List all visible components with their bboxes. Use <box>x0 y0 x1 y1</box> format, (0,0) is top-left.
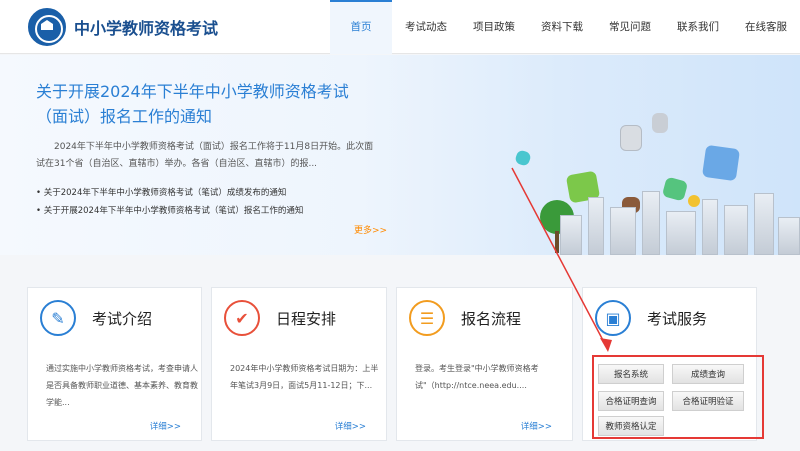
document-icon: ✎ <box>40 300 76 336</box>
card-text: 登录。考生登录"中小学教师资格考试"（http://ntce.neea.edu.… <box>415 364 539 390</box>
nav-policy[interactable]: 项目政策 <box>460 0 528 54</box>
nav-contact[interactable]: 联系我们 <box>664 0 732 54</box>
news-link[interactable]: 关于2024年下半年中小学教师资格考试（笔试）成绩发布的通知 <box>36 186 287 198</box>
details-link[interactable]: 详细>> <box>335 420 366 432</box>
card-text: 2024年中小学教师资格考试日期为：上半年笔试3月9日，面试5月11-12日；下… <box>230 364 379 390</box>
card-title[interactable]: 报名流程 <box>461 308 521 329</box>
news-link[interactable]: 关于开展2024年下半年中小学教师资格考试（笔试）报名工作的通知 <box>36 204 304 216</box>
card-text: 通过实施中小学教师资格考试，考查申请人是否具备教师职业道德、基本素养、教育教学能… <box>46 364 198 407</box>
news-banner: 关于开展2024年下半年中小学教师资格考试（面试）报名工作的通知 2024年下半… <box>0 55 800 255</box>
nav-faq[interactable]: 常见问题 <box>596 0 664 54</box>
logo-icon[interactable] <box>28 8 66 46</box>
form-icon: ☰ <box>409 300 445 336</box>
card-exam-intro: ✎ 考试介绍 通过实施中小学教师资格考试，考查申请人是否具备教师职业道德、基本素… <box>27 287 202 441</box>
card-schedule: ✔ 日程安排 2024年中小学教师资格考试日期为：上半年笔试3月9日，面试5月1… <box>211 287 387 441</box>
id-card-icon: ▣ <box>595 300 631 336</box>
details-link[interactable]: 详细>> <box>150 420 181 432</box>
nav-online-service[interactable]: 在线客服 <box>732 0 800 54</box>
checkmark-icon: ✔ <box>224 300 260 336</box>
card-registration-process: ☰ 报名流程 登录。考生登录"中小学教师资格考试"（http://ntce.ne… <box>396 287 573 441</box>
card-title[interactable]: 考试服务 <box>647 308 707 329</box>
card-title[interactable]: 考试介绍 <box>92 308 152 329</box>
banner-headline[interactable]: 关于开展2024年下半年中小学教师资格考试（面试）报名工作的通知 <box>36 79 376 129</box>
site-title[interactable]: 中小学教师资格考试 <box>74 15 218 39</box>
banner-summary: 2024年下半年中小学教师资格考试（面试）报名工作将于11月8日开始。此次面试在… <box>36 142 374 169</box>
nav-home[interactable]: 首页 <box>330 0 392 54</box>
nav-downloads[interactable]: 资料下载 <box>528 0 596 54</box>
main-nav: 首页 考试动态 项目政策 资料下载 常见问题 联系我们 在线客服 <box>330 0 800 54</box>
highlight-box <box>592 355 764 439</box>
site-header: 中小学教师资格考试 首页 考试动态 项目政策 资料下载 常见问题 联系我们 在线… <box>0 0 800 54</box>
card-title[interactable]: 日程安排 <box>276 308 336 329</box>
nav-exam-news[interactable]: 考试动态 <box>392 0 460 54</box>
details-link[interactable]: 详细>> <box>521 420 552 432</box>
more-news-link[interactable]: 更多>> <box>354 223 387 236</box>
